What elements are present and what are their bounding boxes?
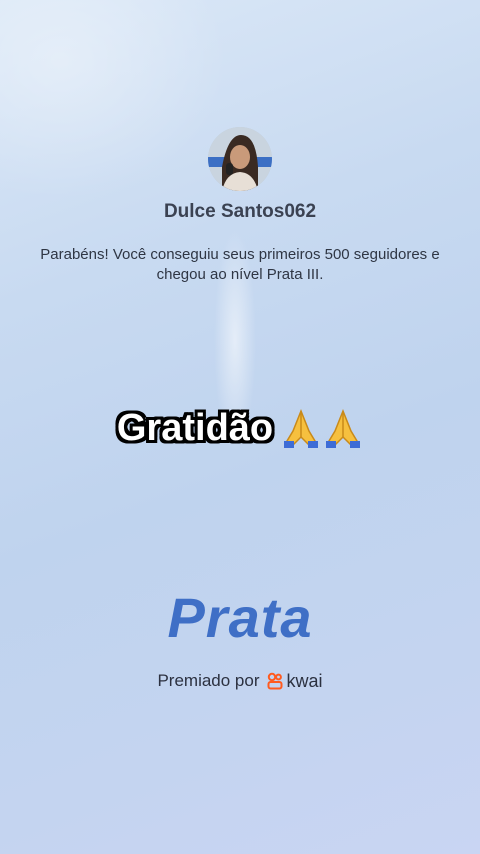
avatar-photo — [208, 127, 272, 191]
praying-hands-icon — [326, 408, 361, 449]
awarded-by-label: Premiado por — [157, 671, 260, 690]
awarded-by: Premiado por kwai — [0, 670, 480, 692]
kwai-brand-name: kwai — [286, 670, 323, 691]
level-title: Prata — [167, 586, 313, 649]
praying-hands-icon — [281, 407, 363, 449]
caption-text: Gratidão — [116, 406, 274, 449]
caption-overlay: Gratidão — [0, 398, 480, 458]
kwai-brand[interactable]: kwai — [266, 671, 323, 692]
username: Dulce Santos062 — [163, 201, 317, 222]
kwai-logo-icon — [267, 672, 283, 690]
avatar[interactable] — [208, 127, 272, 191]
achievement-message: Parabéns! Você conseguiu seus primeiros … — [40, 246, 440, 283]
praying-hands-icon — [284, 408, 319, 449]
